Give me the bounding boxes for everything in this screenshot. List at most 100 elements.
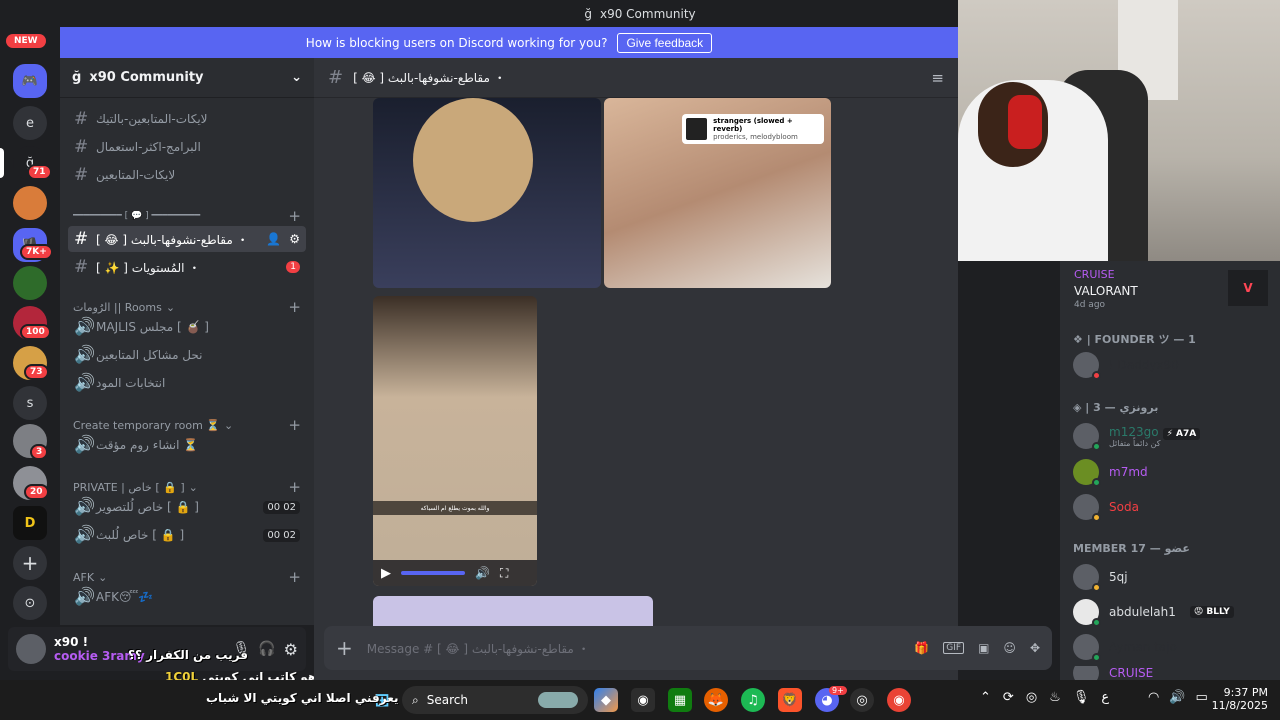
xbox-icon[interactable]: ▦ bbox=[668, 688, 692, 712]
gear-icon[interactable]: ⚙ bbox=[289, 232, 300, 246]
guild-diggers[interactable]: D bbox=[13, 506, 47, 540]
battery-icon: ▭ bbox=[1195, 690, 1208, 705]
settings-gear-icon[interactable]: ⚙ bbox=[284, 640, 298, 659]
guild-badge: 73 bbox=[24, 364, 49, 380]
video-caption: والله بموت يطلع ام السباكه bbox=[373, 501, 537, 515]
chrome-icon[interactable]: ◉ bbox=[887, 688, 911, 712]
brave-icon[interactable]: 🦁 bbox=[778, 688, 802, 712]
category-divider[interactable]: ━━━━━━━━━ [ 💬 ] ━━━━━━━━━ + bbox=[73, 207, 301, 225]
avatar bbox=[1073, 459, 1101, 487]
clock[interactable]: 9:37 PM 11/8/2025 bbox=[1212, 686, 1268, 712]
avatar bbox=[1073, 564, 1101, 592]
avatar bbox=[1073, 666, 1099, 680]
voice-channel[interactable]: 🔊 انشاء روم مؤقت ⏳ bbox=[68, 432, 306, 458]
tray-icons[interactable]: ⌃ ⟳ ◎ ♨ 🎙 ع bbox=[980, 690, 1109, 705]
voice-channel[interactable]: 🔊 خاص لُلبث [ 🔒 ] 00 02 bbox=[68, 522, 306, 548]
voice-channel[interactable]: 🔊 خاص لُلتصوير [ 🔒 ] 00 02 bbox=[68, 494, 306, 520]
invite-icon[interactable]: 👤 bbox=[266, 232, 281, 246]
speaker-icon: 🔊 bbox=[74, 317, 96, 337]
guild-avatar[interactable] bbox=[13, 186, 47, 220]
language-indicator: ع bbox=[1101, 690, 1110, 705]
speaker-icon: 🔊 bbox=[74, 373, 96, 393]
direct-messages-icon[interactable]: 🎮 bbox=[13, 64, 47, 98]
image-attachment-partial[interactable] bbox=[373, 596, 653, 626]
emoji-icon[interactable]: ☺ bbox=[1003, 641, 1016, 655]
guild-badge: 7K+ bbox=[20, 244, 53, 260]
member-item[interactable]: m123go ⚡ A7A كن دائماً متفائل bbox=[1073, 423, 1201, 451]
server-header[interactable]: ğ x90 Community ⌄ bbox=[60, 58, 314, 98]
server-name: x90 Community bbox=[89, 70, 204, 85]
fullscreen-icon[interactable]: ⛶ bbox=[500, 566, 508, 581]
member-item[interactable]: CRUISE bbox=[1073, 666, 1153, 680]
apps-icon[interactable]: ✥ bbox=[1030, 641, 1040, 655]
gift-icon[interactable]: 🎁 bbox=[914, 641, 929, 655]
app-icon[interactable]: ◉ bbox=[631, 688, 655, 712]
add-server-icon[interactable]: + bbox=[13, 546, 47, 580]
member-item[interactable]: m7md bbox=[1073, 459, 1148, 487]
speaker-icon: 🔊 bbox=[74, 587, 96, 607]
webcam-overlay bbox=[958, 0, 1280, 261]
search-highlight-image bbox=[538, 692, 578, 708]
volume-icon: 🔊 bbox=[1169, 690, 1186, 705]
member-item[interactable]: Ayman tajo bbox=[1073, 634, 1177, 662]
speaker-icon: 🔊 bbox=[74, 435, 96, 455]
video-player[interactable]: والله بموت يطلع ام السباكه ▶ 🔊 ⛶ bbox=[373, 296, 537, 586]
avatar[interactable] bbox=[16, 634, 46, 664]
taskbar-search[interactable]: ⌕ Search bbox=[402, 686, 588, 714]
volume-icon[interactable]: 🔊 bbox=[475, 566, 490, 580]
volume-slider[interactable] bbox=[401, 571, 465, 575]
member-item[interactable]: Soda bbox=[1073, 494, 1139, 522]
discover-icon[interactable]: ⊙ bbox=[13, 586, 47, 620]
sync-icon: ⟳ bbox=[1002, 690, 1014, 705]
channel-title: [ 😂 ] مقاطع-نشوفها-بالبث ・ bbox=[353, 71, 506, 85]
thumbnail-image bbox=[413, 98, 533, 222]
channel-item[interactable]: # لايكات-المتابعين-بالتيك bbox=[68, 106, 306, 132]
music-card: strangers (slowed + reverb) proderics, m… bbox=[682, 114, 824, 144]
play-icon[interactable]: ▶ bbox=[381, 566, 391, 581]
mic-tray-icon: 🎙 bbox=[1072, 690, 1090, 705]
role-header: ❖ | FOUNDER ツ — 1 bbox=[1073, 333, 1196, 346]
member-item[interactable]: ! Daddyx90 bbox=[1073, 352, 1179, 380]
speaker-icon: 🔊 bbox=[74, 345, 96, 365]
member-item[interactable]: 5qj bbox=[1073, 564, 1128, 592]
gif-icon[interactable]: GIF bbox=[943, 642, 965, 654]
add-attachment-icon[interactable]: + bbox=[336, 636, 353, 660]
guild-badge: 100 bbox=[20, 324, 51, 340]
voice-channel[interactable]: 🔊 انتخابات المود bbox=[68, 370, 306, 396]
spotify-icon[interactable]: ♫ bbox=[741, 688, 765, 712]
mention-badge: 1 bbox=[286, 261, 300, 273]
headphones-icon[interactable]: 🎧 bbox=[258, 641, 275, 657]
voice-channel[interactable]: 🔊 MAJLIS مجلس [ 🧉 ] bbox=[68, 314, 306, 340]
channel-item[interactable]: # لايكات-المتابعين bbox=[68, 162, 306, 188]
avatar bbox=[1073, 494, 1101, 522]
voice-channel[interactable]: 🔊 نحل مشاكل المتابعين bbox=[68, 342, 306, 368]
chevron-down-icon: ⌄ bbox=[291, 70, 302, 85]
voice-channel[interactable]: 🔊 AFK😴💤 bbox=[68, 584, 306, 610]
firefox-icon[interactable]: 🦊 bbox=[704, 688, 728, 712]
username: x90 ! bbox=[54, 635, 89, 649]
copilot-icon[interactable]: ◆ bbox=[594, 688, 618, 712]
avatar bbox=[1073, 634, 1101, 662]
guild-badge: 3 bbox=[30, 444, 49, 460]
channel-item[interactable]: #[ ✨ ] المُستويات ・ 1 bbox=[68, 254, 306, 280]
channel-item[interactable]: # البرامج-اكثر-استعمال bbox=[68, 134, 306, 160]
sticker-icon[interactable]: ▣ bbox=[978, 641, 989, 655]
guild-s[interactable]: s bbox=[13, 386, 47, 420]
new-badge[interactable]: NEW bbox=[6, 34, 46, 48]
activity-card[interactable]: CRUISE VALORANT 4d ago V bbox=[1062, 262, 1278, 314]
chevron-up-icon: ⌃ bbox=[980, 690, 991, 705]
video-attachment[interactable] bbox=[373, 98, 601, 288]
overlay-line-3: يعرفني اصلا اني كويتي الا شباب bbox=[206, 691, 399, 705]
system-tray[interactable]: ◠ 🔊 ▭ bbox=[1148, 690, 1208, 705]
give-feedback-button[interactable]: Give feedback bbox=[617, 32, 713, 53]
obs-icon[interactable]: ◎ bbox=[850, 688, 874, 712]
threads-icon[interactable]: ≡ bbox=[931, 69, 944, 87]
guild-e[interactable]: e bbox=[13, 106, 47, 140]
image-attachment[interactable]: strangers (slowed + reverb) proderics, m… bbox=[604, 98, 831, 288]
avatar bbox=[1073, 352, 1101, 380]
message-input[interactable]: Message # [ 😂 ] مقاطع-نشوفها-بالبث ・ bbox=[367, 640, 901, 657]
channel-item-active[interactable]: #[ 😂 ] مقاطع-نشوفها-بالبث ・ 👤 ⚙ bbox=[68, 226, 306, 252]
video-controls: ▶ 🔊 ⛶ bbox=[373, 560, 537, 586]
member-item[interactable]: abdulelah1 😡 BLLY bbox=[1073, 599, 1234, 627]
guild-green[interactable] bbox=[13, 266, 47, 300]
